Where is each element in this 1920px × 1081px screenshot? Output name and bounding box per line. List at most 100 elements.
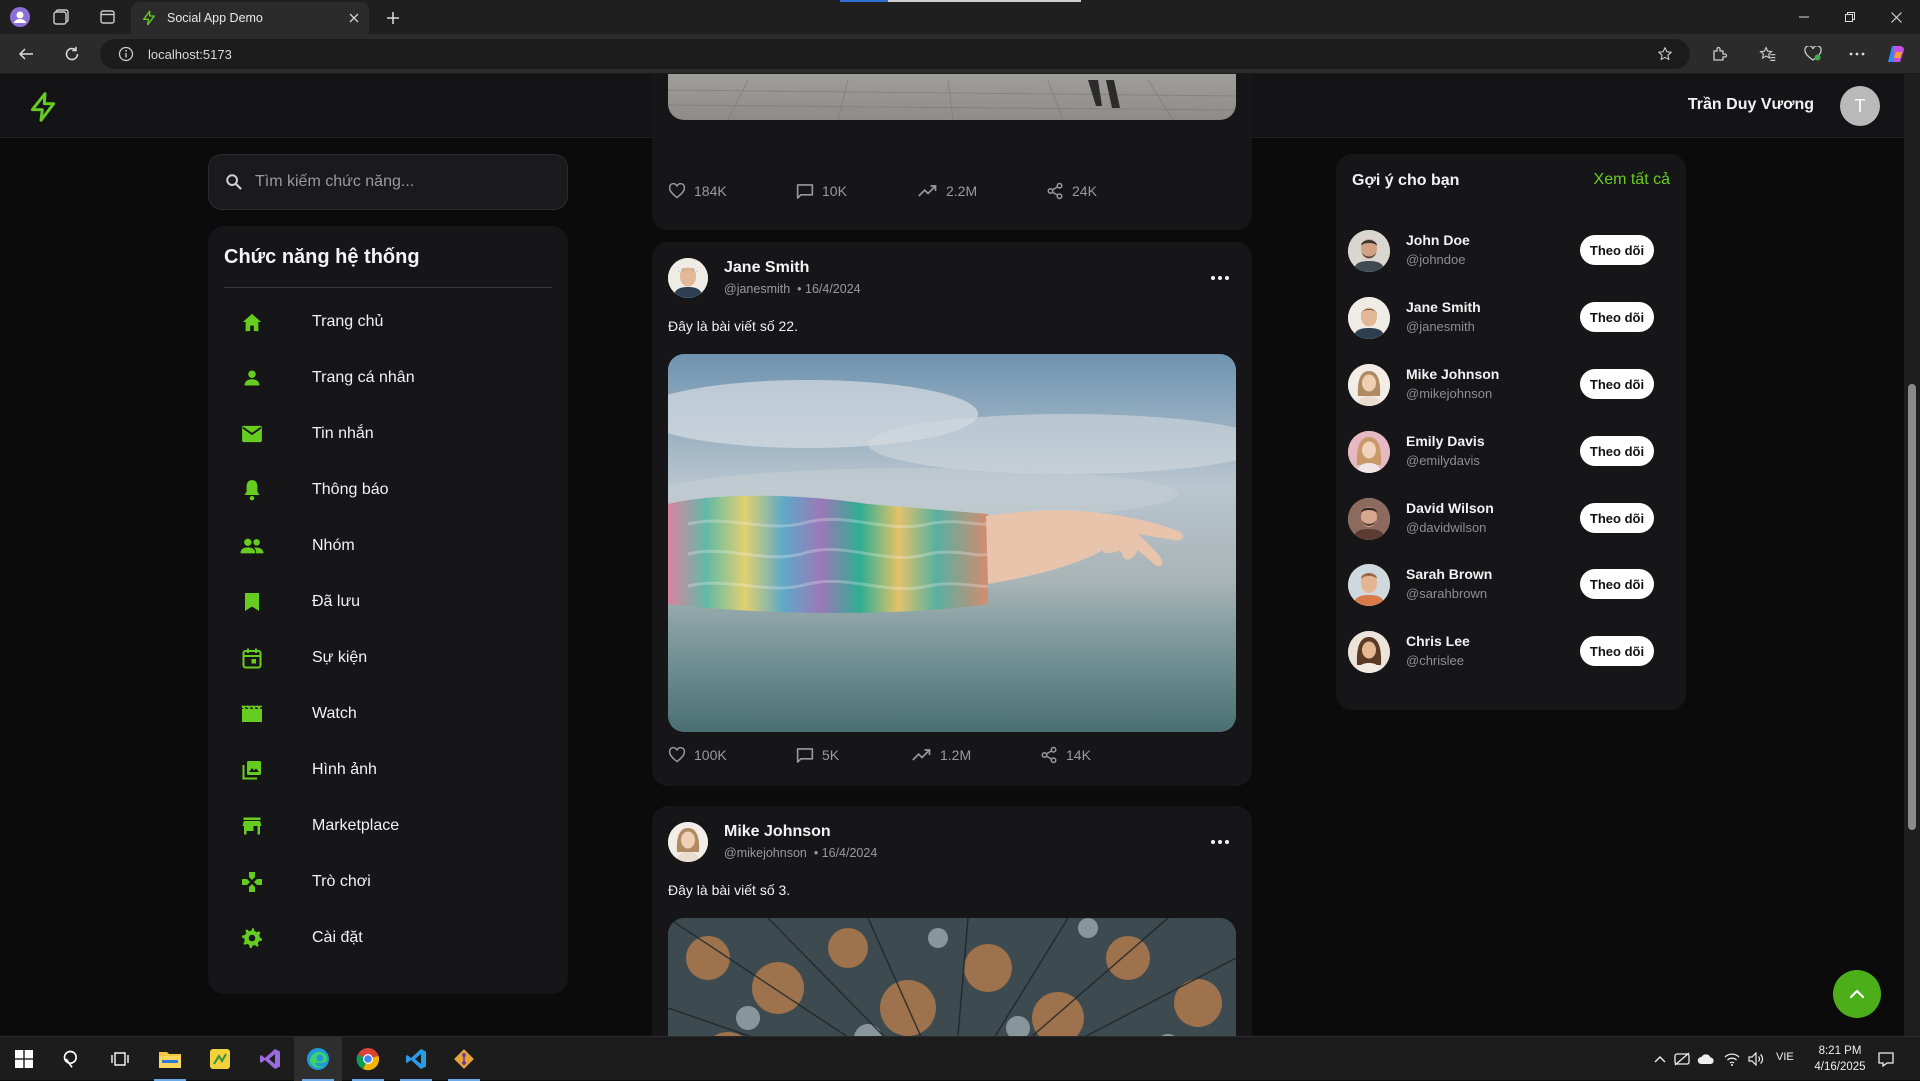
post-author-avatar[interactable] bbox=[668, 822, 708, 862]
sidebar-item-profile[interactable]: Trang cá nhân bbox=[224, 350, 552, 406]
post-author-avatar[interactable] bbox=[668, 258, 708, 298]
taskbar-search-icon[interactable] bbox=[48, 1037, 96, 1081]
tray-app-icon[interactable] bbox=[1672, 1049, 1692, 1069]
post-card: Mike Johnson @mikejohnson • 16/4/2024 Đâ… bbox=[652, 806, 1252, 1036]
input-language[interactable]: VIE bbox=[1776, 1051, 1794, 1063]
windows-taskbar: VIE 8:21 PM 4/16/2025 bbox=[0, 1036, 1920, 1081]
restore-icon[interactable] bbox=[1827, 0, 1873, 34]
favorites-icon[interactable] bbox=[1756, 43, 1778, 65]
comment-button[interactable]: 10K bbox=[796, 183, 918, 200]
follow-button[interactable]: Theo dõi bbox=[1580, 503, 1654, 533]
browser-tab-active[interactable]: Social App Demo bbox=[131, 2, 369, 34]
edge-browser-icon[interactable] bbox=[294, 1037, 342, 1081]
visual-studio-icon[interactable] bbox=[246, 1037, 294, 1081]
workspaces-icon[interactable] bbox=[50, 6, 72, 28]
more-options-icon[interactable] bbox=[1846, 43, 1868, 65]
browser-essentials-icon[interactable] bbox=[1802, 43, 1824, 65]
sidebar-item-notifications[interactable]: Thông báo bbox=[224, 462, 552, 518]
copilot-icon[interactable] bbox=[1884, 42, 1908, 66]
post-author-name[interactable]: Jane Smith bbox=[724, 259, 809, 277]
post-card: 184K 10K 2.2M 24K bbox=[652, 74, 1252, 230]
sidebar-title: Chức năng hệ thống bbox=[224, 246, 552, 288]
app-logo-icon[interactable] bbox=[26, 90, 60, 124]
onedrive-icon[interactable] bbox=[1696, 1049, 1716, 1069]
follow-button[interactable]: Theo dõi bbox=[1580, 369, 1654, 399]
suggestion-name[interactable]: Sarah Brown bbox=[1406, 566, 1492, 582]
tab-close-icon[interactable] bbox=[349, 13, 359, 23]
more-options-icon[interactable] bbox=[1204, 826, 1236, 858]
follow-button[interactable]: Theo dõi bbox=[1580, 636, 1654, 666]
start-icon[interactable] bbox=[0, 1037, 48, 1081]
suggestion-avatar[interactable] bbox=[1348, 297, 1390, 339]
sidebar-item-home[interactable]: Trang chủ bbox=[224, 294, 552, 350]
sidebar-item-marketplace[interactable]: Marketplace bbox=[224, 798, 552, 854]
site-info-icon[interactable] bbox=[118, 46, 134, 62]
notification-center-icon[interactable] bbox=[1876, 1049, 1896, 1069]
suggestion-avatar[interactable] bbox=[1348, 564, 1390, 606]
minimize-icon[interactable] bbox=[1781, 0, 1827, 34]
suggestion-avatar[interactable] bbox=[1348, 230, 1390, 272]
loading-indicator bbox=[840, 0, 888, 2]
suggestion-avatar[interactable] bbox=[1348, 631, 1390, 673]
sidebar-item-groups[interactable]: Nhóm bbox=[224, 518, 552, 574]
scroll-to-top-button[interactable] bbox=[1833, 970, 1881, 1018]
suggestion-name[interactable]: Chris Lee bbox=[1406, 633, 1470, 649]
git-app-icon[interactable] bbox=[440, 1037, 488, 1081]
suggestion-avatar[interactable] bbox=[1348, 431, 1390, 473]
favorite-star-icon[interactable] bbox=[1654, 43, 1676, 65]
back-icon[interactable] bbox=[14, 42, 38, 66]
post-author-name[interactable]: Mike Johnson bbox=[724, 823, 831, 841]
page-scrollbar[interactable] bbox=[1904, 74, 1920, 1036]
post-image[interactable] bbox=[668, 354, 1236, 732]
suggestion-name[interactable]: Emily Davis bbox=[1406, 433, 1485, 449]
follow-button[interactable]: Theo dõi bbox=[1580, 569, 1654, 599]
url-field[interactable]: localhost:5173 bbox=[100, 39, 1690, 69]
suggestion-name[interactable]: John Doe bbox=[1406, 232, 1470, 248]
scrollbar-thumb[interactable] bbox=[1908, 384, 1916, 830]
clock[interactable]: 8:21 PM 4/16/2025 bbox=[1808, 1043, 1872, 1075]
wifi-icon[interactable] bbox=[1722, 1049, 1742, 1069]
function-search-input[interactable] bbox=[255, 173, 545, 191]
suggestion-avatar[interactable] bbox=[1348, 364, 1390, 406]
sidebar-item-photos[interactable]: Hình ảnh bbox=[224, 742, 552, 798]
more-options-icon[interactable] bbox=[1204, 262, 1236, 294]
sidebar-item-events[interactable]: Sự kiện bbox=[224, 630, 552, 686]
sidebar-item-games[interactable]: Trò chơi bbox=[224, 854, 552, 910]
sidebar-item-watch[interactable]: Watch bbox=[224, 686, 552, 742]
suggestion-name[interactable]: Mike Johnson bbox=[1406, 366, 1499, 382]
task-view-icon[interactable] bbox=[96, 1037, 144, 1081]
sticky-app-icon[interactable] bbox=[196, 1037, 244, 1081]
suggestion-name[interactable]: David Wilson bbox=[1406, 500, 1494, 516]
follow-button[interactable]: Theo dõi bbox=[1580, 302, 1654, 332]
like-button[interactable]: 100K bbox=[668, 747, 796, 763]
tab-actions-icon[interactable] bbox=[96, 6, 118, 28]
comment-button[interactable]: 5K bbox=[796, 747, 912, 764]
sidebar-item-saved[interactable]: Đã lưu bbox=[224, 574, 552, 630]
volume-icon[interactable] bbox=[1746, 1049, 1766, 1069]
profile-icon[interactable] bbox=[8, 5, 32, 29]
new-tab-icon[interactable] bbox=[382, 7, 404, 29]
reload-icon[interactable] bbox=[60, 42, 84, 66]
share-button[interactable]: 24K bbox=[1046, 182, 1097, 200]
follow-button[interactable]: Theo dõi bbox=[1580, 436, 1654, 466]
share-button[interactable]: 14K bbox=[1040, 746, 1091, 764]
sidebar-item-label: Trang chủ bbox=[312, 313, 384, 330]
tray-chevron-up-icon[interactable] bbox=[1650, 1049, 1670, 1069]
current-user-name[interactable]: Trần Duy Vương bbox=[1688, 96, 1814, 114]
chrome-icon[interactable] bbox=[344, 1037, 392, 1081]
vscode-icon[interactable] bbox=[392, 1037, 440, 1081]
suggestion-avatar[interactable] bbox=[1348, 498, 1390, 540]
post-image[interactable] bbox=[668, 74, 1236, 120]
suggestion-name[interactable]: Jane Smith bbox=[1406, 299, 1481, 315]
close-window-icon[interactable] bbox=[1873, 0, 1919, 34]
extensions-icon[interactable] bbox=[1708, 43, 1730, 65]
post-image[interactable] bbox=[668, 918, 1236, 1036]
function-search-box[interactable] bbox=[208, 154, 568, 210]
sidebar-item-messages[interactable]: Tin nhắn bbox=[224, 406, 552, 462]
file-explorer-icon[interactable] bbox=[146, 1037, 194, 1081]
see-all-link[interactable]: Xem tất cả bbox=[1594, 171, 1670, 189]
sidebar-item-settings[interactable]: Cài đặt bbox=[224, 910, 552, 966]
user-avatar[interactable]: T bbox=[1840, 86, 1880, 126]
follow-button[interactable]: Theo dõi bbox=[1580, 235, 1654, 265]
like-button[interactable]: 184K bbox=[668, 183, 796, 199]
